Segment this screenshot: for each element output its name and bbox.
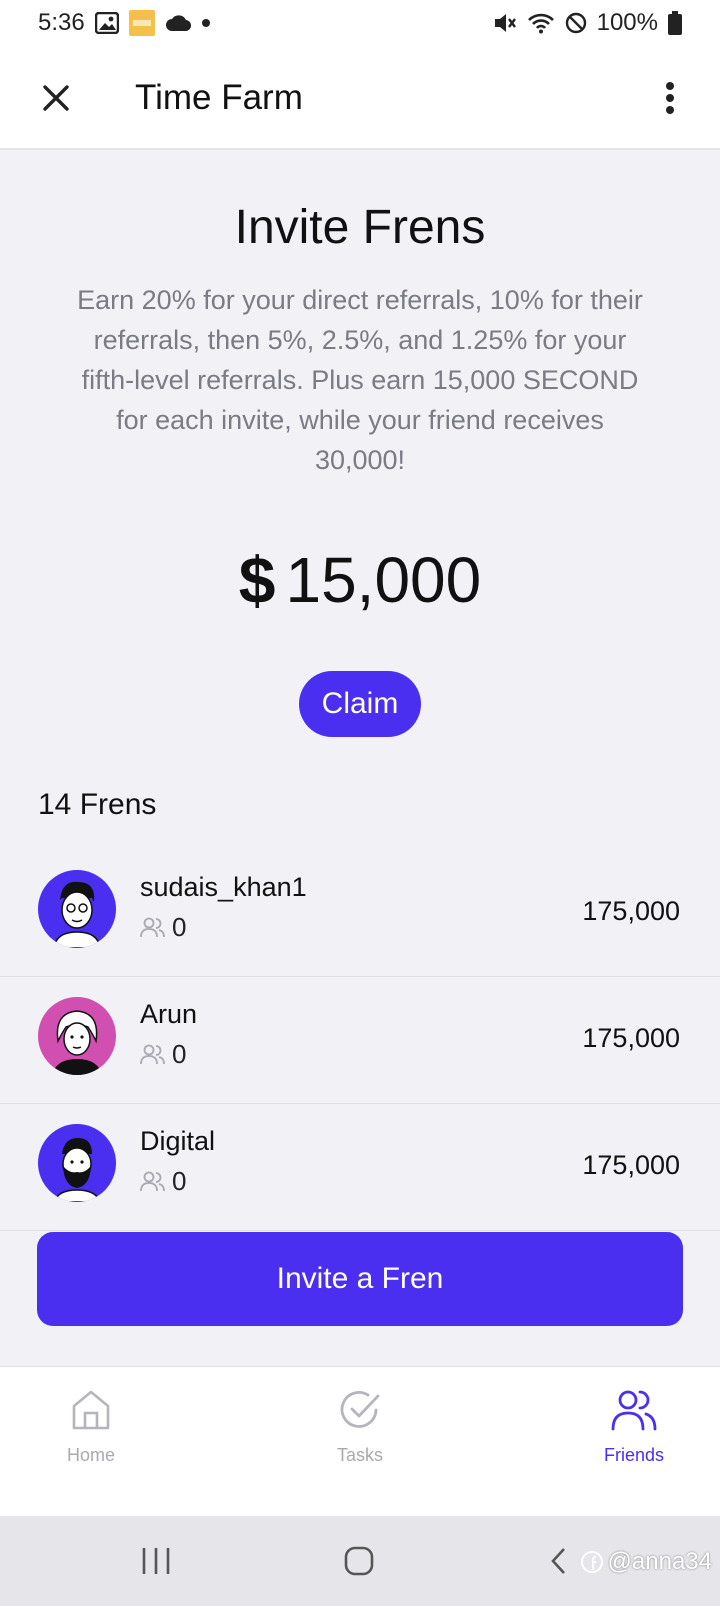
referral-count-value: 0	[172, 912, 187, 942]
app-bar: Time Farm	[0, 46, 720, 150]
list-item[interactable]: Digital 0 175,000	[0, 1104, 720, 1231]
battery-icon	[668, 11, 682, 35]
watermark-text: @anna34	[607, 1548, 712, 1575]
back-chevron-icon	[551, 1548, 565, 1574]
invite-fren-button[interactable]: Invite a Fren	[37, 1232, 683, 1326]
close-icon	[43, 85, 69, 111]
fren-name: Arun	[140, 999, 198, 1029]
facebook-icon	[580, 1551, 603, 1573]
referral-count-value: 0	[172, 1039, 187, 1069]
app-notification-icon	[128, 10, 155, 36]
do-not-disturb-icon	[565, 12, 587, 34]
friends-icon	[611, 1390, 657, 1431]
gallery-icon	[94, 12, 119, 34]
fren-referral-count: 0	[140, 1166, 186, 1197]
page-title: Invite Frens	[234, 201, 486, 254]
home-system-button[interactable]	[336, 1538, 382, 1584]
nav-item-home[interactable]: Home	[21, 1389, 161, 1466]
fren-referral-count: 0	[140, 1039, 186, 1070]
fren-earnings: 175,000	[582, 1023, 680, 1053]
nav-item-friends[interactable]: Friends	[564, 1389, 704, 1466]
dot-icon	[201, 18, 211, 28]
claim-button[interactable]: Claim	[299, 671, 421, 737]
more-vertical-icon	[666, 82, 674, 114]
status-time: 5:36	[38, 9, 85, 36]
bottom-nav: Home Tasks Friends	[0, 1366, 720, 1516]
referral-description: Earn 20% for your direct referrals, 10% …	[77, 285, 643, 475]
amount-value: 15,000	[285, 544, 482, 616]
referral-count-value: 0	[172, 1166, 187, 1196]
avatar	[38, 870, 116, 948]
fren-name: Digital	[140, 1126, 216, 1156]
avatar	[38, 997, 116, 1075]
fren-name: sudais_khan1	[140, 872, 307, 902]
home-circle-icon	[344, 1546, 374, 1576]
battery-percent: 100%	[596, 9, 658, 36]
frens-list: sudais_khan1 0 175,000 Arun 0 175,000 Di…	[0, 850, 720, 1231]
users-icon	[140, 1044, 165, 1064]
fren-earnings: 175,000	[582, 896, 680, 926]
users-icon	[140, 1171, 165, 1191]
back-button[interactable]	[546, 1538, 570, 1584]
app-title: Time Farm	[135, 78, 303, 117]
wifi-icon	[527, 12, 555, 34]
more-options-button[interactable]	[658, 76, 682, 120]
list-item[interactable]: Arun 0 175,000	[0, 977, 720, 1104]
nav-label: Tasks	[336, 1445, 383, 1465]
users-icon	[140, 917, 165, 937]
watermark: @anna34	[580, 1548, 712, 1576]
nav-label: Home	[66, 1445, 115, 1465]
fren-earnings: 175,000	[582, 1150, 680, 1180]
close-button[interactable]	[34, 76, 78, 120]
currency-symbol: $	[238, 543, 276, 617]
reward-amount: $ 15,000	[0, 542, 720, 618]
fren-referral-count: 0	[140, 912, 186, 943]
system-nav-bar: @anna34	[0, 1516, 720, 1606]
nav-item-tasks[interactable]: Tasks	[290, 1389, 430, 1466]
recent-apps-button[interactable]	[136, 1538, 176, 1584]
frens-count: 14 Frens	[38, 788, 157, 821]
home-icon	[72, 1390, 110, 1430]
check-circle-icon	[340, 1391, 380, 1428]
recent-apps-icon	[142, 1548, 170, 1574]
status-bar: 5:36 100%	[0, 0, 720, 46]
avatar	[38, 1124, 116, 1202]
mute-icon	[493, 12, 517, 34]
list-item[interactable]: sudais_khan1 0 175,000	[0, 850, 720, 977]
cloud-icon	[165, 14, 191, 32]
nav-label: Friends	[603, 1445, 665, 1465]
